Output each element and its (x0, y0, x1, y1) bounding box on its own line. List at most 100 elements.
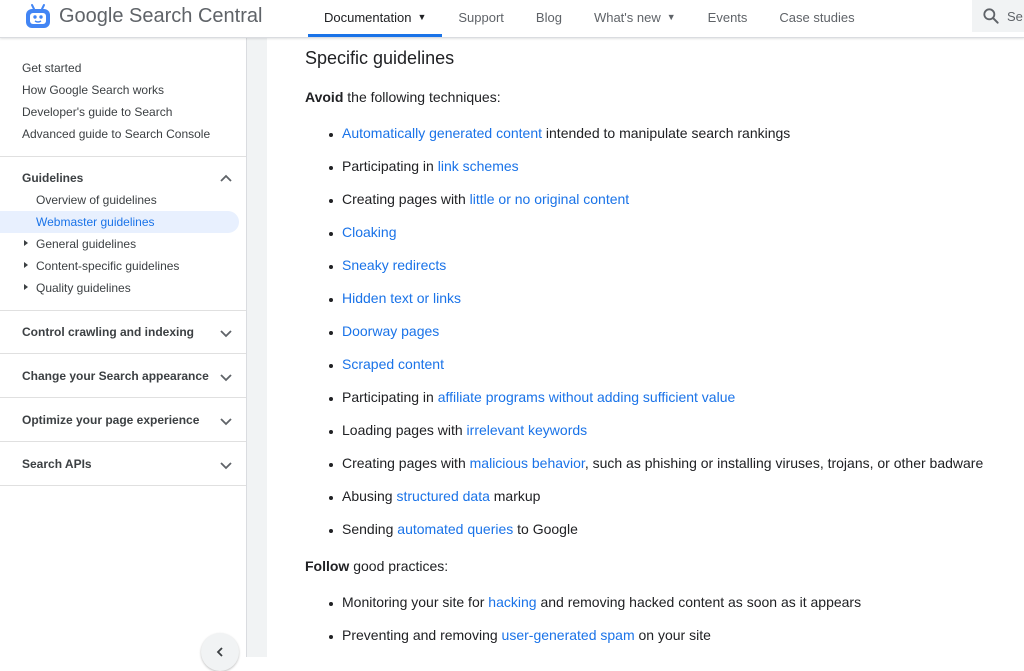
list-item-text: , such as phishing or installing viruses… (585, 455, 983, 471)
tab-label: Documentation (324, 10, 411, 25)
bullet (329, 331, 333, 335)
list-item-link[interactable]: malicious behavior (470, 455, 585, 471)
sidebar-section-guidelines[interactable]: Guidelines (22, 171, 83, 185)
chevron-down-icon[interactable] (219, 326, 233, 340)
search-box[interactable]: Se (972, 0, 1024, 32)
list-item: Hidden text or links (342, 290, 461, 306)
list-item: Scraped content (342, 356, 444, 372)
list-item: Abusing structured data markup (342, 488, 540, 504)
caret-down-icon: ▼ (667, 12, 676, 22)
list-item-text: Preventing and removing (342, 627, 502, 643)
list-item: Cloaking (342, 224, 396, 240)
list-item-link[interactable]: Sneaky redirects (342, 257, 446, 273)
sidebar-section-search-apis[interactable]: Search APIs (22, 457, 92, 471)
expand-triangle-icon[interactable] (24, 284, 28, 290)
top-nav-tabs: Documentation ▼ Support Blog What's new … (308, 0, 871, 37)
sidebar-item-advanced-guide[interactable]: Advanced guide to Search Console (22, 127, 210, 141)
sidebar-item-get-started[interactable]: Get started (22, 61, 81, 75)
caret-down-icon: ▼ (417, 12, 426, 22)
list-item-text: Sending (342, 521, 397, 537)
sidebar-divider (0, 441, 246, 442)
list-item: Preventing and removing user-generated s… (342, 627, 711, 643)
list-item-link[interactable]: hacking (488, 594, 536, 610)
chevron-left-icon (214, 646, 226, 658)
sidebar-item-webmaster-guidelines[interactable]: Webmaster guidelines (36, 215, 155, 229)
list-item: Automatically generated content intended… (342, 125, 790, 141)
sidebar-divider (0, 310, 246, 311)
tab-documentation[interactable]: Documentation ▼ (308, 0, 442, 37)
list-item-link[interactable]: Hidden text or links (342, 290, 461, 306)
expand-triangle-icon[interactable] (24, 240, 28, 246)
list-item-link[interactable]: link schemes (438, 158, 519, 174)
list-item-link[interactable]: user-generated spam (502, 627, 635, 643)
list-item-link[interactable]: Cloaking (342, 224, 396, 240)
chevron-down-icon[interactable] (219, 414, 233, 428)
list-item-link[interactable]: little or no original content (470, 191, 630, 207)
sidebar-item-general-guidelines[interactable]: General guidelines (36, 237, 136, 251)
bullet (329, 232, 333, 236)
sidebar-item-quality-guidelines[interactable]: Quality guidelines (36, 281, 131, 295)
sidebar-item-overview-guidelines[interactable]: Overview of guidelines (36, 193, 157, 207)
chevron-down-icon[interactable] (219, 458, 233, 472)
list-item-link[interactable]: irrelevant keywords (467, 422, 588, 438)
follow-bold: Follow (305, 558, 349, 574)
bullet (329, 463, 333, 467)
list-item-link[interactable]: Automatically generated content (342, 125, 542, 141)
collapse-sidebar-button[interactable] (201, 633, 239, 671)
sidebar-item-developers-guide[interactable]: Developer's guide to Search (22, 105, 172, 119)
sidebar-divider (0, 397, 246, 398)
sidebar-section-control-crawling[interactable]: Control crawling and indexing (22, 325, 194, 339)
sidebar-divider (0, 485, 246, 486)
google-search-central-logo-icon[interactable] (23, 2, 53, 32)
tab-label: Case studies (779, 10, 854, 25)
bullet (329, 133, 333, 137)
left-nav-sidebar: Get started How Google Search works Deve… (0, 38, 247, 657)
tab-whats-new[interactable]: What's new ▼ (578, 0, 692, 34)
bullet (329, 298, 333, 302)
list-item: Sneaky redirects (342, 257, 446, 273)
list-item-text: on your site (635, 627, 711, 643)
list-item-text: Monitoring your site for (342, 594, 488, 610)
brand-title[interactable]: Google Search Central (59, 4, 262, 28)
list-item-text: Participating in (342, 158, 438, 174)
sidebar-item-content-specific-guidelines[interactable]: Content-specific guidelines (36, 259, 179, 273)
bullet (329, 364, 333, 368)
tab-label: Support (458, 10, 504, 25)
list-item-text: Participating in (342, 389, 438, 405)
list-item-link[interactable]: automated queries (397, 521, 513, 537)
sidebar-divider (0, 353, 246, 354)
list-item-text: to Google (513, 521, 578, 537)
list-item: Participating in link schemes (342, 158, 519, 174)
bullet (329, 635, 333, 639)
avoid-bold: Avoid (305, 89, 343, 105)
chevron-up-icon[interactable] (219, 172, 233, 186)
list-item: Creating pages with malicious behavior, … (342, 455, 983, 471)
tab-support[interactable]: Support (442, 0, 520, 34)
bullet (329, 529, 333, 533)
tab-events[interactable]: Events (692, 0, 764, 34)
list-item-link[interactable]: structured data (396, 488, 489, 504)
list-item: Monitoring your site for hacking and rem… (342, 594, 861, 610)
tab-label: Blog (536, 10, 562, 25)
tab-blog[interactable]: Blog (520, 0, 578, 34)
list-item-link[interactable]: Doorway pages (342, 323, 439, 339)
list-item-link[interactable]: Scraped content (342, 356, 444, 372)
list-item: Loading pages with irrelevant keywords (342, 422, 587, 438)
list-item-text: markup (490, 488, 541, 504)
avoid-intro: Avoid the following techniques: (305, 89, 501, 105)
sidebar-section-page-experience[interactable]: Optimize your page experience (22, 413, 199, 427)
tab-label: What's new (594, 10, 661, 25)
bullet (329, 166, 333, 170)
bullet (329, 199, 333, 203)
main-content: Specific guidelines Avoid the following … (268, 38, 1024, 657)
list-item-link[interactable]: affiliate programs without adding suffic… (438, 389, 736, 405)
search-placeholder[interactable]: Se (1007, 9, 1023, 24)
expand-triangle-icon[interactable] (24, 262, 28, 268)
chevron-down-icon[interactable] (219, 370, 233, 384)
top-bar: Google Search Central Documentation ▼ Su… (0, 0, 1024, 38)
tab-case-studies[interactable]: Case studies (763, 0, 870, 34)
sidebar-item-how-search-works[interactable]: How Google Search works (22, 83, 164, 97)
sidebar-section-search-appearance[interactable]: Change your Search appearance (22, 369, 209, 383)
search-icon[interactable] (981, 6, 1001, 26)
bullet (329, 397, 333, 401)
